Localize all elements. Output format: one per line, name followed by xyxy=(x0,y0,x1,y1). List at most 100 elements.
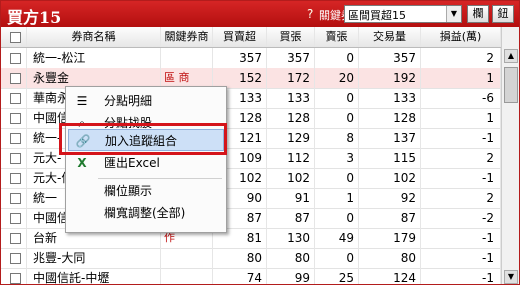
table-row[interactable]: 統一-松江 357 357 0 357 2 xyxy=(1,48,501,69)
cell-key-broker: 區 商 xyxy=(161,68,213,88)
row-checkbox-cell[interactable] xyxy=(1,68,27,88)
menu-item-column-display[interactable]: 欄位顯示 xyxy=(68,180,224,202)
select-all-checkbox[interactable] xyxy=(10,32,21,43)
row-checkbox-cell[interactable] xyxy=(1,188,27,208)
cell-volume: 128 xyxy=(359,108,421,128)
cell-profit-loss: -1 xyxy=(421,168,501,188)
row-checkbox[interactable] xyxy=(10,93,21,104)
columns-button[interactable]: 欄 xyxy=(467,5,489,23)
help-icon[interactable]: ? xyxy=(307,7,313,21)
header-sell-lots[interactable]: 賣張 xyxy=(315,27,359,47)
cell-buy-lots: 80 xyxy=(267,248,315,268)
row-checkbox[interactable] xyxy=(10,273,21,284)
cell-buy-lots: 87 xyxy=(267,208,315,228)
cell-key-broker xyxy=(161,48,213,68)
row-checkbox-cell[interactable] xyxy=(1,128,27,148)
cell-key-broker xyxy=(161,268,213,284)
cell-volume: 87 xyxy=(359,208,421,228)
row-checkbox[interactable] xyxy=(10,153,21,164)
row-checkbox[interactable] xyxy=(10,213,21,224)
cell-sell-lots: 0 xyxy=(315,88,359,108)
table-row[interactable]: 中國信託-中壢 74 99 25 124 -1 xyxy=(1,268,501,284)
cell-volume: 137 xyxy=(359,128,421,148)
scroll-thumb[interactable] xyxy=(504,67,518,103)
menu-item-column-width[interactable]: 欄寬調整(全部) xyxy=(68,202,224,224)
row-checkbox-cell[interactable] xyxy=(1,148,27,168)
annotation-highlight-box xyxy=(59,123,227,155)
cell-profit-loss: -6 xyxy=(421,88,501,108)
cell-sell-lots: 0 xyxy=(315,168,359,188)
row-checkbox-cell[interactable] xyxy=(1,108,27,128)
header-net-buy[interactable]: 買賣超 xyxy=(213,27,267,47)
broker-select[interactable]: 區間買超15 ▼ xyxy=(344,5,462,23)
cell-volume: 115 xyxy=(359,148,421,168)
cell-volume: 357 xyxy=(359,48,421,68)
header-volume[interactable]: 交易量 xyxy=(359,27,421,47)
row-checkbox[interactable] xyxy=(10,233,21,244)
cell-buy-lots: 91 xyxy=(267,188,315,208)
cell-volume: 80 xyxy=(359,248,421,268)
title-bar: 買方15 ? 關鍵券商: 區間買超15 ▼ 欄 鈕 xyxy=(1,1,519,27)
row-checkbox-cell[interactable] xyxy=(1,228,27,248)
row-checkbox[interactable] xyxy=(10,73,21,84)
broker-window: 買方15 ? 關鍵券商: 區間買超15 ▼ 欄 鈕 券商名稱 關鍵券商 買賣超 … xyxy=(0,0,520,285)
row-checkbox[interactable] xyxy=(10,113,21,124)
row-checkbox-cell[interactable] xyxy=(1,208,27,228)
row-checkbox-cell[interactable] xyxy=(1,48,27,68)
cell-profit-loss: 1 xyxy=(421,108,501,128)
cell-profit-loss: 1 xyxy=(421,68,501,88)
header-broker-name[interactable]: 券商名稱 xyxy=(27,27,161,47)
cell-volume: 179 xyxy=(359,228,421,248)
header-key-broker[interactable]: 關鍵券商 xyxy=(161,27,213,47)
cell-net-buy: 357 xyxy=(213,48,267,68)
cell-sell-lots: 49 xyxy=(315,228,359,248)
cell-buy-lots: 357 xyxy=(267,48,315,68)
vertical-scrollbar[interactable]: ▲ ▼ xyxy=(501,27,519,284)
cell-volume: 124 xyxy=(359,268,421,284)
cell-profit-loss: -1 xyxy=(421,128,501,148)
cell-profit-loss: -2 xyxy=(421,208,501,228)
header-buy-lots[interactable]: 買張 xyxy=(267,27,315,47)
action-button[interactable]: 鈕 xyxy=(492,5,514,23)
cell-sell-lots: 0 xyxy=(315,248,359,268)
scroll-down-icon[interactable]: ▼ xyxy=(504,270,518,284)
cell-buy-lots: 172 xyxy=(267,68,315,88)
cell-buy-lots: 112 xyxy=(267,148,315,168)
cell-broker-name: 中國信託-中壢 xyxy=(27,268,161,284)
chevron-down-icon[interactable]: ▼ xyxy=(446,6,461,22)
row-checkbox-cell[interactable] xyxy=(1,168,27,188)
header-profit-loss[interactable]: 損益(萬) xyxy=(421,27,501,47)
broker-select-value: 區間買超15 xyxy=(348,9,406,22)
row-checkbox[interactable] xyxy=(10,193,21,204)
scroll-up-icon[interactable]: ▲ xyxy=(504,49,518,63)
row-checkbox[interactable] xyxy=(10,253,21,264)
cell-sell-lots: 1 xyxy=(315,188,359,208)
row-checkbox-cell[interactable] xyxy=(1,248,27,268)
cell-sell-lots: 25 xyxy=(315,268,359,284)
menu-item-export-excel[interactable]: X 匯出Excel xyxy=(68,152,224,174)
row-checkbox-cell[interactable] xyxy=(1,88,27,108)
menu-item-branch-detail[interactable]: ☰ 分點明細 xyxy=(68,90,224,112)
context-menu: ☰ 分點明細 ⌕ 分點找股 🔗 加入追蹤組合 X 匯出Excel 欄位顯示 欄寬… xyxy=(65,86,227,233)
cell-profit-loss: -1 xyxy=(421,228,501,248)
cell-net-buy: 74 xyxy=(213,268,267,284)
cell-sell-lots: 8 xyxy=(315,128,359,148)
table-header: 券商名稱 關鍵券商 買賣超 買張 賣張 交易量 損益(萬) xyxy=(1,27,501,48)
menu-item-label: 匯出Excel xyxy=(104,156,160,170)
header-checkbox-cell[interactable] xyxy=(1,27,27,47)
cell-sell-lots: 0 xyxy=(315,48,359,68)
cell-sell-lots: 0 xyxy=(315,208,359,228)
row-checkbox[interactable] xyxy=(10,133,21,144)
cell-buy-lots: 128 xyxy=(267,108,315,128)
menu-item-label: 欄寬調整(全部) xyxy=(104,206,186,220)
row-checkbox[interactable] xyxy=(10,53,21,64)
cell-volume: 133 xyxy=(359,88,421,108)
table-row[interactable]: 兆豐-大同 80 80 0 80 -1 xyxy=(1,248,501,269)
cell-net-buy: 152 xyxy=(213,68,267,88)
menu-separator xyxy=(98,178,222,179)
window-title: 買方15 xyxy=(7,8,62,27)
cell-broker-name: 永豐金 xyxy=(27,68,161,88)
row-checkbox-cell[interactable] xyxy=(1,268,27,284)
row-checkbox[interactable] xyxy=(10,173,21,184)
cell-sell-lots: 3 xyxy=(315,148,359,168)
